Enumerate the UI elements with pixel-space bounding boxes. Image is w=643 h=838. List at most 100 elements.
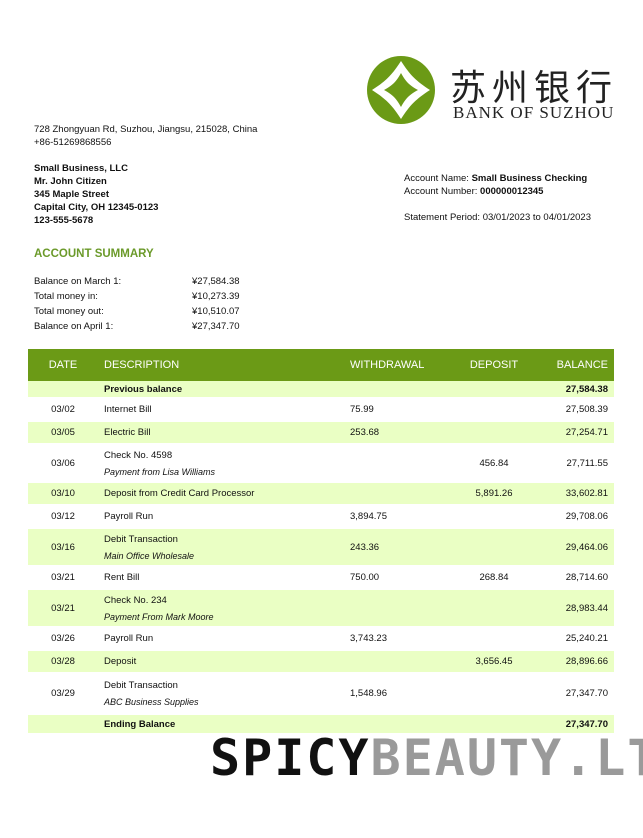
table-row: 03/02 Internet Bill 75.99 27,508.39	[28, 399, 614, 422]
cell-description-text: Debit Transaction	[104, 533, 178, 545]
cell-balance: 28,714.60	[542, 572, 614, 583]
cell-description-text: Internet Bill	[104, 404, 152, 415]
cell-date-text: 03/26	[51, 633, 75, 644]
summary-row: Total money in: ¥10,273.39	[34, 289, 274, 304]
cell-balance: 29,464.06	[542, 542, 614, 553]
cell-deposit: 3,656.45	[446, 656, 542, 667]
table-body: Previous balance 27,584.38 03/02 Internet B…	[28, 381, 614, 735]
bank-address-block: 728 Zhongyuan Rd, Suzhou, Jiangsu, 21502…	[34, 123, 294, 149]
cell-withdrawal: 1,548.96	[350, 688, 446, 699]
period-label: Statement Period:	[404, 212, 481, 223]
table-row: 03/10 Deposit from Credit Card Processor 5…	[28, 483, 614, 506]
summary-value: ¥10,273.39	[192, 291, 240, 302]
header-balance: BALANCE	[556, 359, 608, 371]
cell-withdrawal: 243.36	[350, 542, 446, 553]
cell-date: 03/28	[28, 656, 104, 667]
cell-date: 03/16	[28, 542, 104, 553]
cell-date-text: 03/12	[51, 511, 75, 522]
customer-line: 123-555-5678	[34, 215, 94, 226]
account-info: Account Name: Small Business Checking Ac…	[404, 172, 629, 198]
cell-balance-text: 28,983.44	[565, 602, 608, 614]
cell-balance: 27,254.71	[542, 427, 614, 438]
cell-description-text: Payroll Run	[104, 511, 154, 522]
cell-balance-text: 27,254.71	[565, 427, 608, 438]
cell-description-text: Rent Bill	[104, 572, 140, 583]
account-summary: Balance on March 1: ¥27,584.38 Total mone…	[34, 274, 274, 334]
cell-balance-text: 29,708.06	[565, 511, 608, 522]
summary-row: Balance on April 1: ¥27,347.70	[34, 319, 274, 334]
cell-deposit-text: 456.84	[479, 457, 509, 469]
cell-date: 03/26	[28, 633, 104, 644]
cell-description: Internet Bill	[104, 404, 350, 415]
summary-value: ¥10,510.07	[192, 306, 240, 317]
cell-withdrawal: 750.00	[350, 572, 446, 583]
cell-deposit-text: 5,891.26	[475, 488, 513, 499]
cell-date: 03/12	[28, 511, 104, 522]
cell-date: 03/21	[28, 603, 104, 614]
cell-description-text: Debit Transaction	[104, 680, 178, 691]
cell-description-text: Ending Balance	[104, 718, 176, 730]
cell-balance: 27,508.39	[542, 404, 614, 415]
watermark-part1: SPICY	[210, 729, 371, 787]
account-number-value: 000000012345	[480, 186, 544, 197]
bank-logo: 苏州银行 BANK OF SUZHOU	[366, 55, 616, 127]
cell-withdrawal-text: 253.68	[350, 427, 380, 438]
table-row: 03/12 Payroll Run 3,894.75 29,708.06	[28, 506, 614, 529]
cell-description: Deposit	[104, 656, 350, 667]
cell-deposit-text: 268.84	[479, 572, 509, 583]
cell-description: Check No. 234 Payment From Mark Moore	[104, 595, 350, 622]
transactions-table: DATE DESCRIPTION WITHDRAWAL DEPOSIT BALA…	[28, 349, 614, 735]
cell-deposit: 456.84	[446, 458, 542, 469]
cell-date-text: 03/29	[51, 688, 75, 699]
cell-balance: 33,602.81	[542, 488, 614, 499]
cell-withdrawal-text: 3,743.23	[350, 633, 387, 644]
cell-description: Previous balance	[104, 384, 350, 395]
cell-balance: 27,584.38	[542, 384, 614, 395]
cell-date: 03/10	[28, 488, 104, 499]
cell-date-text: 03/21	[51, 602, 75, 614]
cell-withdrawal-text: 75.99	[350, 404, 374, 415]
customer-block: Small Business, LLC Mr. John Citizen 345…	[34, 162, 274, 227]
summary-label: Total money out:	[34, 306, 104, 317]
cell-withdrawal-text: 750.00	[350, 572, 380, 583]
account-summary-title: ACCOUNT SUMMARY	[34, 248, 154, 260]
cell-description-text: Deposit	[104, 656, 137, 667]
cell-date-text: 03/21	[51, 572, 75, 583]
summary-label: Total money in:	[34, 291, 98, 302]
cell-description: Electric Bill	[104, 427, 350, 438]
table-row: Previous balance 27,584.38	[28, 381, 614, 399]
table-row: 03/05 Electric Bill 253.68 27,254.71	[28, 422, 614, 445]
cell-date: 03/02	[28, 404, 104, 415]
customer-line: Mr. John Citizen	[34, 176, 107, 187]
customer-line: Capital City, OH 12345-0123	[34, 202, 159, 213]
cell-balance-text: 25,240.21	[565, 633, 608, 644]
cell-date: 03/21	[28, 572, 104, 583]
period-value: 03/01/2023 to 04/01/2023	[482, 212, 591, 223]
cell-description-text: Check No. 4598	[104, 449, 173, 461]
cell-balance: 25,240.21	[542, 633, 614, 644]
cell-description-sub: Payment from Lisa Williams	[104, 466, 215, 477]
table-row: 03/26 Payroll Run 3,743.23 25,240.21	[28, 628, 614, 651]
cell-date-text: 03/06	[51, 457, 75, 469]
cell-description-text: Previous balance	[104, 383, 183, 395]
cell-description-sub: Payment From Mark Moore	[104, 611, 214, 622]
bank-name-english: BANK OF SUZHOU	[453, 103, 615, 122]
bank-address: 728 Zhongyuan Rd, Suzhou, Jiangsu, 21502…	[34, 124, 258, 135]
cell-description-text: Check No. 234	[104, 594, 167, 606]
cell-description: Debit Transaction ABC Business Supplies	[104, 680, 350, 707]
header-deposit: DEPOSIT	[469, 359, 519, 371]
cell-balance: 27,347.70	[542, 688, 614, 699]
cell-deposit: 5,891.26	[446, 488, 542, 499]
cell-description: Rent Bill	[104, 572, 350, 583]
cell-balance-text: 27,584.38	[565, 383, 608, 395]
cell-balance-text: 27,347.70	[565, 688, 608, 699]
cell-withdrawal-text: 3,894.75	[350, 511, 387, 522]
cell-description-text: Electric Bill	[104, 427, 151, 438]
cell-balance-text: 28,896.66	[565, 656, 608, 667]
cell-deposit-text: 3,656.45	[475, 656, 513, 667]
cell-balance: 29,708.06	[542, 511, 614, 522]
cell-balance-text: 27,711.55	[566, 457, 608, 469]
cell-withdrawal: 75.99	[350, 404, 446, 415]
cell-withdrawal: 253.68	[350, 427, 446, 438]
header-date: DATE	[48, 359, 78, 371]
